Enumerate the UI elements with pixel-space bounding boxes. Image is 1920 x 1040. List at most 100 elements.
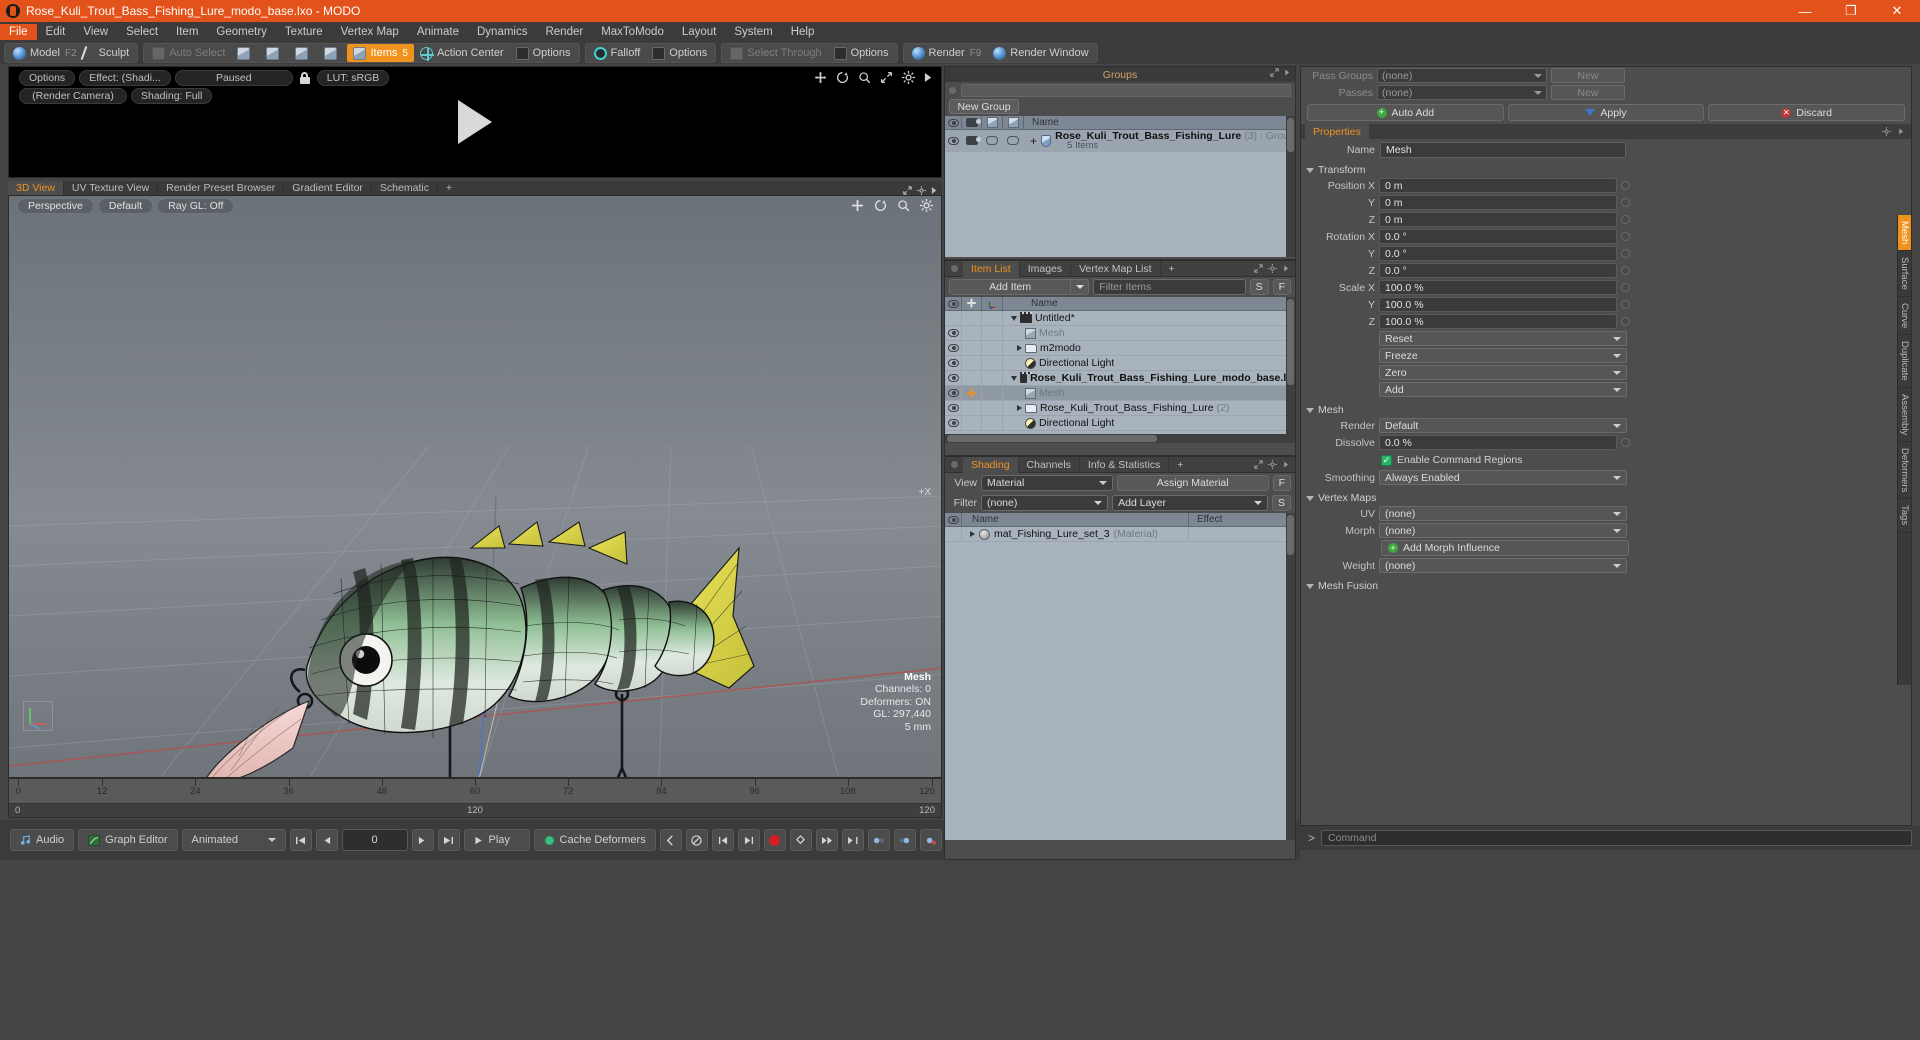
menu-system[interactable]: System	[725, 24, 781, 40]
shading-maximize-icon[interactable]	[1254, 460, 1263, 469]
tab-render-preset-browser[interactable]: Render Preset Browser	[158, 181, 285, 195]
shading-gear-icon[interactable]	[1268, 460, 1277, 469]
select-through-options-button[interactable]: Options	[828, 44, 895, 62]
menu-animate[interactable]: Animate	[408, 24, 468, 40]
rotation-z-channel-dot[interactable]	[1621, 266, 1630, 275]
eye-icon[interactable]	[947, 404, 959, 412]
clear-keys-button[interactable]	[919, 829, 942, 851]
tab-schematic[interactable]: Schematic	[372, 181, 438, 195]
tab-channels[interactable]: Channels	[1019, 456, 1080, 473]
maximize-button[interactable]: ❐	[1828, 0, 1874, 22]
lock-icon[interactable]	[299, 71, 311, 85]
twirl-right-icon[interactable]	[1017, 405, 1022, 411]
timeline-range-bar[interactable]: 0 120 120	[9, 803, 941, 817]
tab-gradient-editor[interactable]: Gradient Editor	[284, 181, 372, 195]
eye-icon[interactable]	[947, 329, 959, 337]
menu-vertex-map[interactable]: Vertex Map	[332, 24, 408, 40]
side-tab-surface[interactable]: Surface	[1898, 251, 1911, 297]
position-y-channel-dot[interactable]	[1621, 198, 1630, 207]
name-field[interactable]: Mesh	[1380, 142, 1626, 158]
view-dropdown[interactable]: Material	[981, 475, 1113, 491]
go-to-end-button[interactable]	[437, 829, 460, 851]
scale-x-channel-dot[interactable]	[1621, 283, 1630, 292]
new-pass-group-button[interactable]: New	[1551, 68, 1625, 83]
tab-item-list[interactable]: Item List	[963, 260, 1020, 277]
animated-dropdown[interactable]: Animated	[181, 829, 286, 851]
record-button[interactable]	[763, 829, 786, 851]
filter-s-button[interactable]: S	[1249, 279, 1269, 295]
maximize-panel-icon[interactable]	[903, 186, 912, 195]
cache-deformers-button[interactable]: Cache Deformers	[533, 829, 656, 851]
preview-options-button[interactable]: Options	[19, 70, 76, 86]
tab-shading[interactable]: Shading	[963, 456, 1019, 473]
minimize-button[interactable]: —	[1782, 0, 1828, 22]
rotation-z-field[interactable]: 0.0 °	[1379, 263, 1617, 278]
vertex-maps-section-header[interactable]: Vertex Maps	[1301, 489, 1911, 506]
group-row-render[interactable]	[962, 129, 982, 152]
groups-list[interactable]: Name + Rose_Kuli_Trout_Bass_Fishing_Lure…	[945, 116, 1295, 257]
preview-lut-button[interactable]: LUT: sRGB	[316, 70, 390, 86]
position-z-channel-dot[interactable]	[1621, 215, 1630, 224]
table-row[interactable]: Untitled*	[945, 310, 1295, 326]
tab-properties[interactable]: Properties	[1305, 124, 1369, 139]
close-button[interactable]: ✕	[1874, 0, 1920, 22]
side-tab-mesh[interactable]: Mesh	[1898, 215, 1911, 252]
mesh-dissolve-field[interactable]: 0.0 %	[1379, 435, 1617, 450]
ghost-next-button[interactable]	[893, 829, 916, 851]
add-dropdown[interactable]: Add	[1379, 382, 1627, 397]
add-layer-dropdown[interactable]: Add Layer	[1112, 495, 1268, 511]
falloff-options-button[interactable]: Options	[646, 44, 713, 62]
reset-dropdown[interactable]: Reset	[1379, 331, 1627, 346]
menu-file[interactable]: File	[0, 24, 37, 40]
side-tab-assembly[interactable]: Assembly	[1898, 388, 1911, 443]
play-button[interactable]: Play	[463, 829, 530, 851]
next-frame-button[interactable]	[411, 829, 434, 851]
eye-icon[interactable]	[947, 419, 959, 427]
position-x-channel-dot[interactable]	[1621, 181, 1630, 190]
new-pass-button[interactable]: New	[1551, 85, 1625, 100]
action-center-button[interactable]: Action Center	[414, 44, 510, 62]
groups-arrow-icon[interactable]	[1283, 68, 1292, 77]
filter-f-button[interactable]: F	[1272, 279, 1291, 295]
tab-add-new[interactable]: +	[438, 181, 460, 195]
vertex-select-button[interactable]	[231, 44, 260, 62]
side-tab-deformers[interactable]: Deformers	[1898, 442, 1911, 500]
weight-dropdown[interactable]: (none)	[1379, 558, 1627, 573]
group-row-visibility[interactable]	[945, 129, 962, 152]
table-row[interactable]: Rose_Kuli_Trout_Bass_Fishing_Lure (2)	[945, 400, 1295, 416]
scale-y-field[interactable]: 100.0 %	[1379, 297, 1617, 312]
position-y-field[interactable]: 0 m	[1379, 195, 1617, 210]
checkbox-checked-icon[interactable]: ✓	[1381, 454, 1392, 466]
falloff-button[interactable]: Falloff	[588, 44, 647, 62]
scale-y-channel-dot[interactable]	[1621, 300, 1630, 309]
position-x-field[interactable]: 0 m	[1379, 178, 1617, 193]
preview-paused-button[interactable]: Paused	[174, 70, 293, 86]
properties-gear-icon[interactable]	[1882, 127, 1891, 136]
timeline-panel[interactable]: 0 12 24 36 48 60 72 84 96 108 120 0 120 …	[8, 778, 942, 818]
mesh-smoothing-dropdown[interactable]: Always Enabled	[1379, 470, 1627, 485]
panel-arrow-icon[interactable]	[931, 186, 938, 195]
item-arrow-icon[interactable]	[1282, 264, 1291, 273]
transform-active-icon[interactable]: ✛	[966, 387, 977, 400]
table-row[interactable]: ✛ Mesh	[945, 385, 1295, 401]
key-prev-button[interactable]	[711, 829, 734, 851]
menu-view[interactable]: View	[74, 24, 117, 40]
select-through-button[interactable]: Select Through	[724, 44, 827, 62]
rotation-y-channel-dot[interactable]	[1621, 249, 1630, 258]
polygon-select-button[interactable]	[289, 44, 318, 62]
group-row-lock[interactable]	[982, 129, 1003, 152]
tab-shading-add[interactable]: +	[1169, 457, 1191, 473]
position-z-field[interactable]: 0 m	[1379, 212, 1617, 227]
render-window-button[interactable]: Render Window	[987, 44, 1094, 62]
mesh-fusion-section-header[interactable]: Mesh Fusion	[1301, 577, 1911, 594]
zero-dropdown[interactable]: Zero	[1379, 365, 1627, 380]
mesh-dissolve-channel-dot[interactable]	[1621, 438, 1630, 447]
item-maximize-icon[interactable]	[1254, 264, 1263, 273]
tab-images[interactable]: Images	[1020, 260, 1072, 277]
rotation-x-field[interactable]: 0.0 °	[1379, 229, 1617, 244]
add-morph-influence-button[interactable]: + Add Morph Influence	[1381, 540, 1629, 556]
freeze-dropdown[interactable]: Freeze	[1379, 348, 1627, 363]
preview-camera-button[interactable]: (Render Camera)	[19, 88, 127, 104]
menu-dynamics[interactable]: Dynamics	[468, 24, 536, 40]
side-tab-curve[interactable]: Curve	[1898, 297, 1911, 336]
